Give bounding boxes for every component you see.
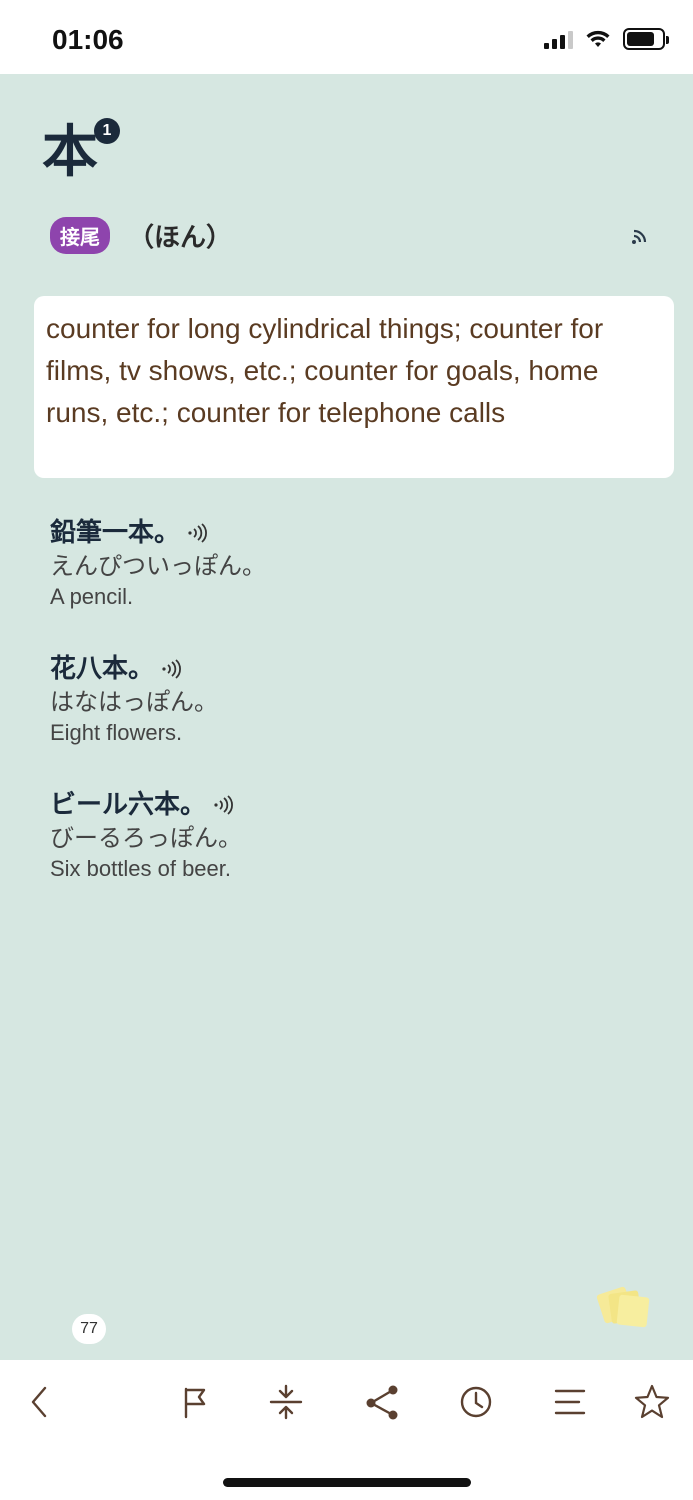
example-kana: えんぴついっぽん。 xyxy=(50,552,266,580)
compress-button[interactable] xyxy=(266,1382,306,1422)
list-button[interactable] xyxy=(550,1382,590,1422)
example-translation: Eight flowers. xyxy=(50,720,183,745)
history-button[interactable] xyxy=(456,1382,496,1422)
reading: （ほん） xyxy=(128,223,233,253)
share-icon xyxy=(366,1385,398,1420)
example-sentence: 花八本。 xyxy=(50,654,155,684)
example-translation: A pencil. xyxy=(50,584,134,609)
headword: 本 xyxy=(42,119,98,185)
part-of-speech-badge: 接尾 xyxy=(50,217,110,254)
list-icon xyxy=(554,1389,586,1415)
example-japanese: 花八本。 xyxy=(50,652,650,686)
wifi-icon xyxy=(586,30,610,47)
definition-text: counter for long cylindrical things; cou… xyxy=(46,313,604,428)
chevron-left-icon xyxy=(31,1386,47,1418)
home-indicator xyxy=(223,1478,471,1487)
clock-icon xyxy=(460,1386,492,1418)
example-translation: Six bottles of beer. xyxy=(50,856,231,881)
example-item: 鉛筆一本。 えんぴついっぽん。 A pencil. xyxy=(50,516,650,612)
flashcards-icon[interactable] xyxy=(596,1284,654,1330)
page-count-badge: 77 xyxy=(72,1314,106,1344)
example-sentence: 鉛筆一本。 xyxy=(50,518,181,548)
example-sentence: ビール六本。 xyxy=(50,790,207,820)
example-japanese: ビール六本。 xyxy=(50,788,650,822)
headword-block: 本 1 xyxy=(42,118,120,185)
share-button[interactable] xyxy=(362,1382,402,1422)
status-bar: 01:06 xyxy=(0,0,693,74)
sense-number-badge: 1 xyxy=(94,118,120,144)
star-icon xyxy=(634,1384,670,1419)
speaker-icon[interactable] xyxy=(160,658,182,680)
entry-content: 本 1 接尾 （ほん） counter for long cylindrical… xyxy=(0,74,693,1360)
speaker-icon[interactable] xyxy=(186,522,208,544)
pos-row: 接尾 （ほん） xyxy=(50,217,232,254)
flag-icon xyxy=(184,1387,206,1419)
favorite-button[interactable] xyxy=(632,1382,672,1422)
flag-button[interactable] xyxy=(174,1382,214,1422)
example-item: 花八本。 はなはっぽん。 Eight flowers. xyxy=(50,652,650,748)
example-japanese: 鉛筆一本。 xyxy=(50,516,650,550)
examples-list: 鉛筆一本。 えんぴついっぽん。 A pencil. 花八本。 はなはっぽん。 E… xyxy=(50,516,650,924)
audio-icon[interactable] xyxy=(630,226,650,246)
example-kana: びーるろっぽん。 xyxy=(50,824,242,852)
signal-icon xyxy=(544,29,573,49)
definition-box: counter for long cylindrical things; cou… xyxy=(34,296,674,478)
back-button[interactable] xyxy=(20,1382,60,1422)
battery-icon xyxy=(623,28,669,50)
example-kana: はなはっぽん。 xyxy=(50,688,218,716)
speaker-icon[interactable] xyxy=(212,794,234,816)
status-time: 01:06 xyxy=(52,24,124,55)
example-item: ビール六本。 びーるろっぽん。 Six bottles of beer. xyxy=(50,788,650,884)
compress-icon xyxy=(269,1384,303,1420)
status-icons xyxy=(544,28,669,50)
